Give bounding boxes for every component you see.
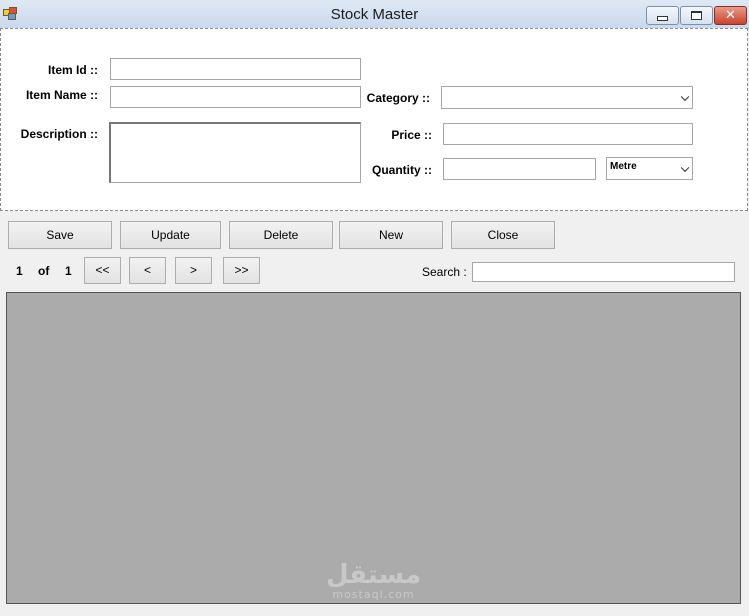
item-name-label: Item Name :: [25,88,98,102]
total-pages: 1 [65,264,72,278]
watermark: مستقل mostaql.com [7,562,740,601]
page-of-label: of [38,264,50,278]
new-button[interactable]: New [339,221,443,249]
delete-button[interactable]: Delete [229,221,333,249]
quantity-input[interactable] [443,158,596,180]
description-label: Description :: [20,127,98,141]
minimize-icon [657,16,668,21]
first-page-button[interactable]: << [84,257,121,284]
update-button[interactable]: Update [120,221,221,249]
items-data-grid[interactable]: مستقل mostaql.com [6,292,741,604]
maximize-button[interactable] [680,6,713,25]
next-page-button[interactable]: > [175,257,212,284]
chevron-down-icon [680,92,690,101]
close-icon: ✕ [725,8,736,23]
price-input[interactable] [443,123,693,145]
maximize-icon [691,11,702,20]
window-title: Stock Master [330,6,419,23]
watermark-latin: mostaql.com [332,588,415,601]
close-window-button[interactable]: ✕ [714,6,747,25]
unit-select[interactable]: Metre [606,157,693,180]
category-select[interactable] [441,86,693,109]
search-input[interactable] [472,262,735,282]
category-label: Category :: [366,91,430,105]
search-label: Search : [422,265,467,279]
minimize-button[interactable] [646,6,679,25]
save-button[interactable]: Save [8,221,112,249]
chevron-down-icon [680,163,690,172]
last-page-button[interactable]: >> [223,257,260,284]
price-label: Price :: [391,128,432,142]
description-textarea[interactable] [109,122,361,183]
item-id-input[interactable] [110,58,361,80]
title-bar: Stock Master ✕ [0,0,749,29]
item-name-input[interactable] [110,86,361,108]
item-form-panel [0,28,748,211]
current-page: 1 [16,264,23,278]
unit-selected-value: Metre [610,161,637,172]
watermark-arabic: مستقل [325,560,422,590]
item-id-label: Item Id :: [48,63,98,77]
previous-page-button[interactable]: < [129,257,166,284]
quantity-label: Quantity :: [372,163,432,177]
close-button[interactable]: Close [451,221,555,249]
